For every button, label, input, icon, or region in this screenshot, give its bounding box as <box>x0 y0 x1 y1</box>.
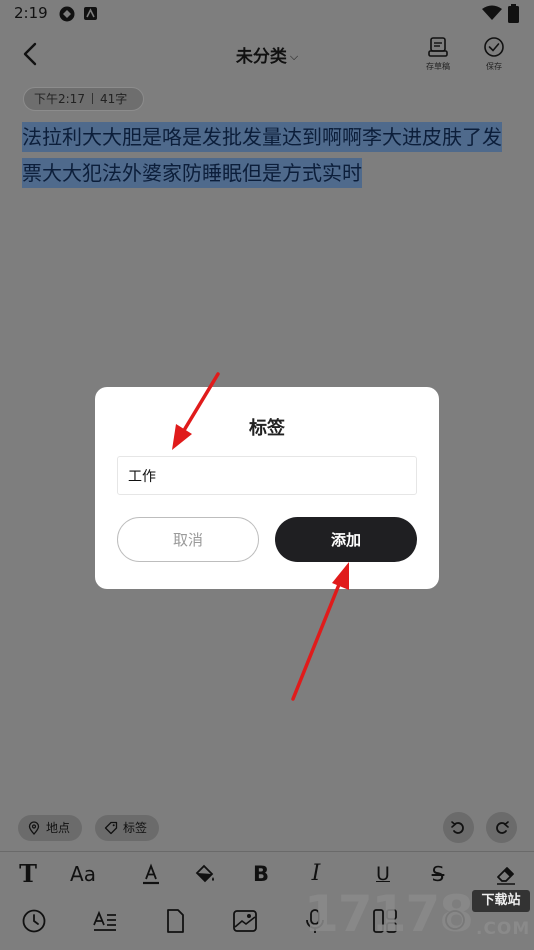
tag-chip[interactable]: 标签 <box>95 815 159 841</box>
save-draft-button[interactable]: 存草稿 <box>419 36 457 74</box>
font-size-button[interactable]: Aa <box>66 858 100 890</box>
tag-chip-label: 标签 <box>123 821 148 835</box>
highlight-button[interactable] <box>188 858 222 890</box>
status-time: 2:19 <box>14 4 48 22</box>
text-style-button[interactable]: T <box>11 858 45 890</box>
text-format-icon <box>93 910 116 931</box>
page-title: 未分类 <box>235 47 287 67</box>
chevron-down-icon: ⌵ <box>289 50 299 63</box>
paint-bucket-icon <box>195 864 214 883</box>
wifi-icon <box>482 5 502 20</box>
image-button[interactable] <box>232 908 262 938</box>
top-bar: 未分类 ⌵ 存草稿 保存 <box>0 32 534 78</box>
site-watermark: 17178 下载站 .COM <box>300 885 534 950</box>
eraser-icon <box>497 867 515 885</box>
redo-icon <box>496 821 509 834</box>
tag-input[interactable] <box>117 456 417 495</box>
location-pin-icon <box>28 821 40 835</box>
undo-button[interactable] <box>443 812 474 843</box>
note-time: 下午2:17 <box>34 92 85 106</box>
text-format-button[interactable] <box>92 908 122 938</box>
location-chip-label: 地点 <box>46 821 71 835</box>
undo-icon <box>451 821 464 834</box>
note-word-count: 41字 <box>99 92 128 106</box>
clock-icon <box>22 909 46 933</box>
bold-button[interactable]: B <box>244 858 278 890</box>
add-button[interactable]: 添加 <box>275 517 417 562</box>
toolbar-divider <box>0 851 534 852</box>
note-body-text: 法拉利大大胆是咯是发批发量达到啊啊李大进皮肤了发票大大犯法外婆家防睡眠但是方式实… <box>22 122 502 188</box>
file-icon <box>167 909 184 933</box>
cancel-button[interactable]: 取消 <box>117 517 259 562</box>
save-button[interactable]: 保存 <box>475 36 513 74</box>
tag-icon <box>104 821 118 835</box>
store-notification-icon <box>84 7 97 20</box>
redo-button[interactable] <box>486 812 517 843</box>
save-draft-label: 存草稿 <box>426 62 450 71</box>
battery-icon <box>508 4 519 23</box>
tag-dialog: 标签 取消 添加 <box>95 387 439 589</box>
watermark-site-label: 下载站 <box>472 890 530 912</box>
file-button[interactable] <box>162 908 192 938</box>
draft-icon <box>428 37 448 57</box>
status-bar: 2:19 <box>0 0 534 28</box>
dialog-title: 标签 <box>249 418 285 439</box>
save-label: 保存 <box>486 62 502 71</box>
note-meta: 下午2:17 41字 <box>23 87 144 111</box>
image-icon <box>233 910 257 932</box>
check-circle-icon <box>484 37 504 57</box>
app-notification-icon <box>59 6 75 22</box>
location-chip[interactable]: 地点 <box>18 815 82 841</box>
reminder-button[interactable] <box>21 908 51 938</box>
note-body[interactable]: 法拉利大大胆是咯是发批发量达到啊啊李大进皮肤了发票大大犯法外婆家防睡眠但是方式实… <box>22 119 512 191</box>
watermark-digits: 17178 <box>304 885 474 943</box>
watermark-domain: .COM <box>476 919 531 939</box>
text-color-icon <box>143 863 159 885</box>
text-color-button[interactable] <box>134 858 168 890</box>
meta-divider <box>91 93 93 104</box>
